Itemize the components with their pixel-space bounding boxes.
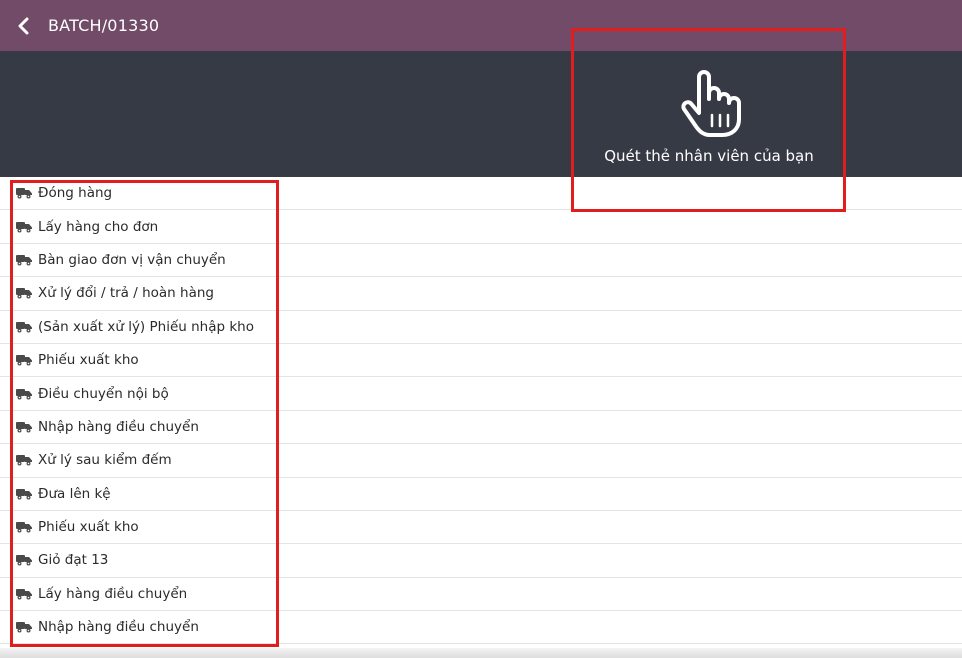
page-title: BATCH/01330 — [48, 16, 160, 35]
list-item-label: Xử lý đổi / trả / hoàn hàng — [38, 285, 214, 302]
list-item-label: Nhập hàng điều chuyển — [38, 619, 199, 636]
list-item-label: Xử lý sau kiểm đếm — [38, 452, 172, 469]
list-item[interactable]: Nhập hàng điều chuyển — [0, 411, 962, 445]
chevron-left-icon — [18, 17, 29, 34]
list-item-label: Đóng hàng — [38, 185, 113, 202]
header-bar: BATCH/01330 — [0, 0, 962, 51]
back-button[interactable] — [0, 0, 48, 51]
list-item-label: Giỏ đạt 13 — [38, 552, 109, 569]
list-item[interactable]: Nhập hàng điều chuyển — [0, 611, 962, 645]
truck-icon — [16, 521, 38, 533]
list-item[interactable]: Bàn giao đơn vị vận chuyển — [0, 244, 962, 278]
truck-icon — [16, 421, 38, 433]
list-item[interactable]: Xử lý sau kiểm đếm — [0, 444, 962, 478]
truck-icon — [16, 187, 38, 199]
list-item-label: Phiếu xuất kho — [38, 519, 139, 536]
truck-icon — [16, 388, 38, 400]
list-item[interactable]: Xử lý đổi / trả / hoàn hàng — [0, 277, 962, 311]
truck-icon — [16, 621, 38, 633]
list-item[interactable]: Phiếu xuất kho — [0, 344, 962, 378]
scan-panel: Quét thẻ nhân viên của bạn — [0, 51, 962, 177]
list-item[interactable]: Điều chuyển nội bộ — [0, 377, 962, 411]
truck-icon — [16, 488, 38, 500]
list-item[interactable]: Lấy hàng điều chuyển — [0, 578, 962, 612]
truck-icon — [16, 554, 38, 566]
truck-icon — [16, 321, 38, 333]
list-item[interactable]: Giỏ đạt 13 — [0, 544, 962, 578]
list-item-label: Bàn giao đơn vị vận chuyển — [38, 251, 226, 268]
hand-pointer-icon — [681, 70, 741, 137]
list-item-label: Điều chuyển nội bộ — [38, 385, 169, 402]
list-item-label: Lấy hàng điều chuyển — [38, 585, 188, 602]
list-item-label: Đưa lên kệ — [38, 485, 111, 502]
truck-icon — [16, 588, 38, 600]
list-item[interactable]: Phiếu xuất kho — [0, 511, 962, 545]
list-item-label: (Sản xuất xử lý) Phiếu nhập kho — [38, 318, 254, 335]
truck-icon — [16, 454, 38, 466]
list-item[interactable]: (Sản xuất xử lý) Phiếu nhập kho — [0, 311, 962, 344]
scan-badge-area[interactable]: Quét thẻ nhân viên của bạn — [572, 69, 846, 169]
list-item[interactable]: Đóng hàng — [0, 177, 962, 211]
list-item-label: Nhập hàng điều chuyển — [38, 418, 199, 435]
list-item[interactable]: Lấy hàng cho đơn — [0, 210, 962, 244]
list-overflow-edge — [0, 648, 962, 658]
list-item[interactable]: Đưa lên kệ — [0, 478, 962, 511]
truck-icon — [16, 287, 38, 299]
list-item-label: Lấy hàng cho đơn — [38, 218, 159, 235]
truck-icon — [16, 221, 38, 233]
list-item-label: Phiếu xuất kho — [38, 352, 139, 369]
operation-type-list: Đóng hàng Lấy hàng cho đơn Bàn giao đơn vị… — [0, 177, 962, 645]
truck-icon — [16, 254, 38, 266]
truck-icon — [16, 354, 38, 366]
scan-instruction: Quét thẻ nhân viên của bạn — [604, 147, 814, 165]
